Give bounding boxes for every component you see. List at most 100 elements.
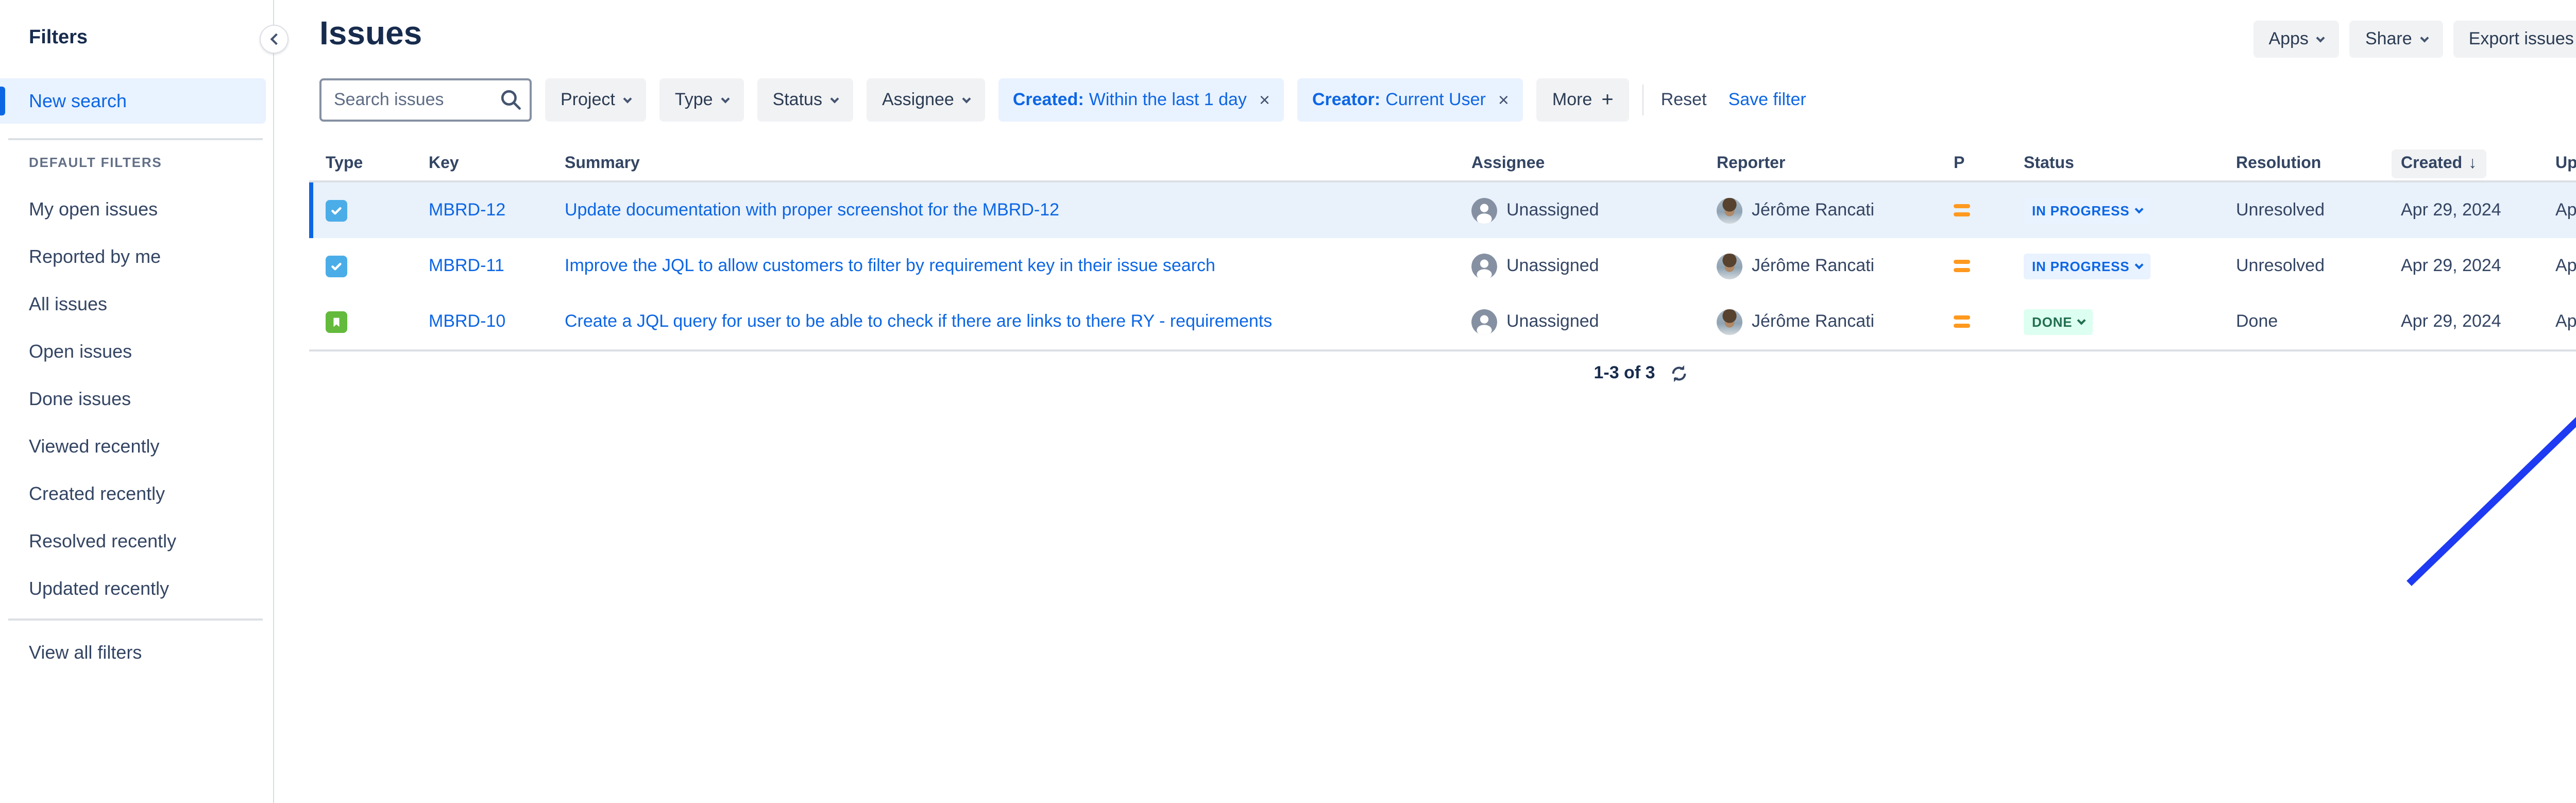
filter-chip-created[interactable]: Created: Within the last 1 day × [998,78,1284,122]
default-filters-heading: DEFAULT FILTERS [29,155,162,170]
updated-date: Apr 29, 2024 [2539,311,2576,332]
priority-medium-icon [1954,204,1970,216]
sidebar-item-resolved-recently[interactable]: Resolved recently [0,517,266,565]
default-filters-list: My open issues Reported by me All issues… [0,186,266,612]
task-icon [326,199,347,221]
chevron-down-icon [2134,260,2143,269]
filter-bar: Project Type Status Assignee Created: Wi… [319,78,1810,122]
sidebar-item-new-search[interactable]: New search [0,78,266,124]
column-header-resolution[interactable]: Resolution [2219,155,2384,173]
priority-medium-icon [1954,315,1970,328]
column-header-key[interactable]: Key [412,155,548,173]
status-badge[interactable]: IN PROGRESS [2024,197,2150,223]
sort-descending-icon: ↓ [2468,155,2477,173]
column-header-priority[interactable]: P [1937,155,2007,173]
issue-key-link[interactable]: MBRD-10 [429,311,505,332]
table-header-row: Type Key Summary Assignee Reporter P Sta… [309,147,2576,180]
sidebar-item-reported-by-me[interactable]: Reported by me [0,233,266,280]
created-date: Apr 29, 2024 [2384,256,2539,276]
column-header-status[interactable]: Status [2007,155,2219,173]
page-title: Issues [319,14,422,53]
issue-key-link[interactable]: MBRD-12 [429,200,505,221]
search-box [319,78,532,122]
status-badge[interactable]: DONE [2024,309,2093,334]
more-filters-button[interactable]: More + [1537,78,1629,122]
type-filter-dropdown[interactable]: Type [659,78,744,122]
column-header-type[interactable]: Type [309,155,412,173]
sidebar-divider [8,618,263,621]
issue-summary-link[interactable]: Create a JQL query for user to be able t… [565,311,1272,332]
plus-icon: + [1601,88,1613,112]
column-header-updated[interactable]: Updated [2539,155,2576,173]
sidebar-item-created-recently[interactable]: Created recently [0,470,266,517]
result-range: 1-3 of 3 [1594,363,1655,383]
chevron-down-icon [2077,316,2086,325]
refresh-button[interactable] [1670,363,1689,383]
save-filter-button[interactable]: Save filter [1724,90,1810,110]
sidebar-item-updated-recently[interactable]: Updated recently [0,565,266,612]
table-bottom-divider [309,349,2576,352]
issue-summary-link[interactable]: Update documentation with proper screens… [565,200,1059,221]
filter-chip-creator[interactable]: Creator: Current User × [1298,78,1523,122]
assignee-name: Unassigned [1506,256,1599,276]
issue-table-body: MBRD-12 Update documentation with proper… [309,182,2576,349]
created-date: Apr 29, 2024 [2384,200,2539,221]
remove-chip-icon[interactable]: × [1498,91,1509,109]
reporter-name: Jérôme Rancati [1752,200,1874,221]
sidebar-item-open-issues[interactable]: Open issues [0,328,266,375]
sidebar-title: Filters [29,27,88,49]
resolution-value: Done [2219,311,2384,332]
chevron-down-icon [721,94,730,103]
project-filter-dropdown[interactable]: Project [545,78,646,122]
sidebar-item-viewed-recently[interactable]: Viewed recently [0,423,266,470]
reporter-avatar [1717,197,1742,223]
created-date: Apr 29, 2024 [2384,311,2539,332]
export-issues-dropdown[interactable]: Export issues [2453,21,2576,58]
sidebar-item-done-issues[interactable]: Done issues [0,375,266,423]
unassigned-avatar-icon [1471,197,1497,223]
resolution-value: Unresolved [2219,200,2384,221]
chevron-left-icon [270,34,282,45]
column-header-reporter[interactable]: Reporter [1700,155,1937,173]
sidebar-item-view-all-filters[interactable]: View all filters [0,629,266,676]
updated-date: Apr 29, 2024 [2539,256,2576,276]
column-header-summary[interactable]: Summary [548,155,1455,173]
divider [1642,85,1643,115]
sort-by-created-button[interactable]: Created ↓ [2392,149,2486,178]
task-icon [326,255,347,277]
sidebar-item-label: New search [29,90,127,112]
sidebar-divider [8,138,263,140]
filters-sidebar: Filters New search DEFAULT FILTERS My op… [0,0,274,803]
header-actions: Apps Share Export issues LIST VIEW DETAI… [2253,21,2576,58]
column-header-created: Created ↓ [2384,149,2539,178]
issue-summary-link[interactable]: Improve the JQL to allow customers to fi… [565,256,1215,276]
sidebar-item-all-issues[interactable]: All issues [0,280,266,328]
share-dropdown[interactable]: Share [2350,21,2443,58]
chevron-down-icon [830,94,839,103]
reporter-avatar [1717,309,1742,334]
updated-date: Apr 29, 2024 [2539,200,2576,221]
jira-issue-search-page: Filters New search DEFAULT FILTERS My op… [0,0,2576,803]
unassigned-avatar-icon [1471,309,1497,334]
priority-medium-icon [1954,260,1970,272]
issue-row-mbrd-11[interactable]: MBRD-11 Improve the JQL to allow custome… [309,238,2576,294]
remove-chip-icon[interactable]: × [1259,91,1270,109]
issue-row-mbrd-10[interactable]: MBRD-10 Create a JQL query for user to b… [309,294,2576,349]
story-icon [326,311,347,332]
chevron-down-icon [623,94,632,103]
reporter-name: Jérôme Rancati [1752,311,1874,332]
status-filter-dropdown[interactable]: Status [757,78,853,122]
issue-key-link[interactable]: MBRD-11 [429,256,504,276]
selected-item-accent [0,87,5,115]
issue-row-mbrd-12[interactable]: MBRD-12 Update documentation with proper… [309,182,2576,238]
apps-dropdown[interactable]: Apps [2253,21,2340,58]
chevron-down-icon [2420,34,2429,42]
chevron-down-icon [962,94,971,103]
chevron-down-icon [2134,205,2143,213]
assignee-filter-dropdown[interactable]: Assignee [867,78,985,122]
sidebar-item-my-open-issues[interactable]: My open issues [0,186,266,233]
status-badge[interactable]: IN PROGRESS [2024,253,2150,279]
collapse-sidebar-button[interactable] [260,25,289,54]
column-header-assignee[interactable]: Assignee [1455,155,1700,173]
reset-button[interactable]: Reset [1657,90,1711,110]
